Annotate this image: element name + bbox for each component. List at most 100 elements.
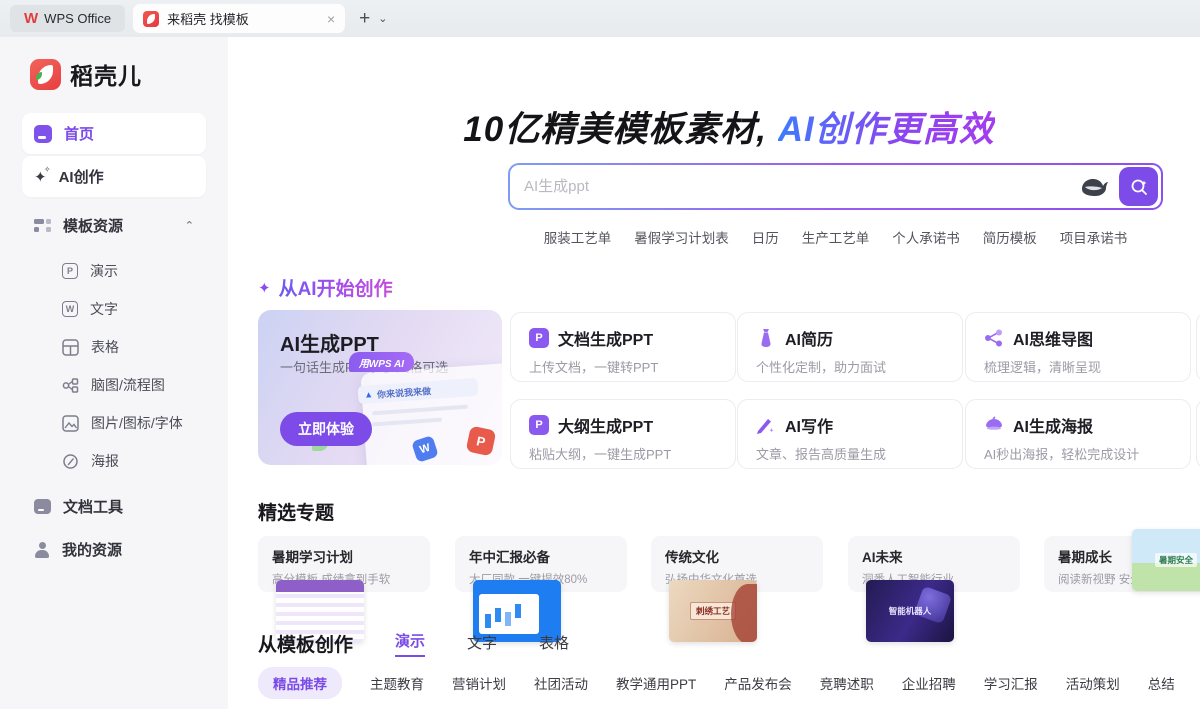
search-bar (508, 163, 1163, 210)
topic-card-summer-growth[interactable]: 暑期成长 阅读新视野 安全每一天 暑期安全 (1044, 536, 1200, 592)
flowchart-icon (62, 377, 79, 394)
hot-link[interactable]: 暑假学习计划表 (634, 227, 729, 247)
outline-to-ppt-card[interactable]: P大纲生成PPT 粘贴大纲，一键生成PPT (510, 399, 736, 469)
chevron-up-icon[interactable]: ⌃ (185, 219, 194, 232)
sidebar-item-label: 文档工具 (63, 496, 123, 517)
search-button[interactable] (1119, 167, 1158, 206)
card-title: AI思维导图 (1013, 326, 1093, 350)
sidebar-item-doc-tools[interactable]: 文档工具 (22, 486, 206, 527)
category-item[interactable]: 社团活动 (534, 673, 588, 693)
category-item[interactable]: 学习汇报 (984, 673, 1038, 693)
card-title: 大纲生成PPT (558, 413, 653, 437)
sidebar-item-template-resources[interactable]: 模板资源 ⌃ (22, 205, 206, 246)
tab-bar: W WPS Office 来稻壳 找模板 × + ⌄ (0, 0, 1200, 37)
card-title: AI简历 (785, 326, 833, 350)
topic-card-ai-future[interactable]: AI未来 洞悉人工智能行业 智能机器人 (848, 536, 1020, 592)
tab-slides[interactable]: 演示 (395, 630, 425, 657)
category-item[interactable]: 竞聘述职 (820, 673, 874, 693)
topic-thumbnail: 智能机器人 (866, 580, 954, 642)
sidebar-item-spreadsheet[interactable]: 表格 (0, 328, 228, 366)
category-item[interactable]: 营销计划 (452, 673, 506, 693)
card-desc: 文章、报告高质量生成 (756, 444, 944, 463)
hot-link[interactable]: 服装工艺单 (544, 227, 612, 247)
sidebar-item-slides[interactable]: P 演示 (0, 252, 228, 290)
search-input[interactable] (510, 178, 1079, 195)
ai-writing-card[interactable]: AI写作 文章、报告高质量生成 (737, 399, 963, 469)
category-item[interactable]: 教学通用PPT (616, 673, 696, 693)
sidebar-item-writer[interactable]: W 文字 (0, 290, 228, 328)
sidebar-item-label: AI创作 (59, 166, 104, 187)
tab-list-chevron-icon[interactable]: ⌄ (378, 12, 387, 25)
category-item[interactable]: 产品发布会 (724, 673, 792, 693)
docer-leaf-icon (143, 11, 159, 27)
ai-resume-card[interactable]: AI简历 个性化定制，助力面试 (737, 312, 963, 382)
sidebar-item-label: 首页 (64, 123, 94, 144)
resume-icon (756, 328, 776, 348)
docer-logo-icon (30, 59, 61, 90)
topics-section-title: 精选专题 (258, 498, 334, 525)
card-desc: 粘贴大纲，一键生成PPT (529, 444, 717, 463)
pen-icon (756, 415, 776, 435)
sidebar-item-mindmap-flowchart[interactable]: 脑图/流程图 (0, 366, 228, 404)
grid-icon (34, 218, 51, 233)
topic-card-traditional-culture[interactable]: 传统文化 弘扬中华文化首选 刺绣工艺 (651, 536, 823, 592)
card-desc: AI秒出海报，轻松完成设计 (984, 444, 1172, 463)
topic-title: AI未来 (862, 546, 1020, 566)
ai-card-partial[interactable] (1196, 312, 1200, 382)
mindmap-icon (984, 328, 1004, 348)
category-item[interactable]: 活动策划 (1066, 673, 1120, 693)
hot-link[interactable]: 项目承诺书 (1060, 227, 1128, 247)
sidebar-item-home[interactable]: 首页 (22, 113, 206, 154)
template-section-header: 从模板创作 演示 文字 表格 (258, 630, 569, 657)
topic-card-summer-study[interactable]: 暑期学习计划 高分模板 成绩拿到手软 (258, 536, 430, 592)
close-tab-icon[interactable]: × (327, 11, 335, 27)
hot-link[interactable]: 日历 (752, 227, 779, 247)
try-now-button[interactable]: 立即体验 (280, 412, 372, 446)
doc-tools-icon (34, 499, 51, 514)
sidebar-menu: 首页 ✦✧ AI创作 模板资源 ⌃ P 演示 W 文字 表格 (0, 113, 228, 570)
hot-link[interactable]: 生产工艺单 (802, 227, 870, 247)
wps-tab-label: WPS Office (44, 11, 111, 26)
image-icon (62, 415, 79, 432)
ai-whale-icon[interactable] (1079, 175, 1109, 199)
category-filter-row: 精品推荐 主题教育 营销计划 社团活动 教学通用PPT 产品发布会 竞聘述职 企… (258, 667, 1200, 699)
new-tab-button[interactable]: + (359, 9, 370, 28)
category-item[interactable]: 企业招聘 (902, 673, 956, 693)
sidebar-item-images-icons-fonts[interactable]: 图片/图标/字体 (0, 404, 228, 442)
topic-title: 传统文化 (665, 546, 823, 566)
sidebar-item-my-resources[interactable]: 我的资源 (22, 529, 206, 570)
sidebar: 稻壳儿 首页 ✦✧ AI创作 模板资源 ⌃ P 演示 W 文字 表格 (0, 37, 228, 709)
docer-logo[interactable]: 稻壳儿 (30, 57, 228, 91)
docer-logo-text: 稻壳儿 (70, 57, 142, 91)
home-icon (34, 125, 52, 143)
hot-link[interactable]: 个人承诺书 (892, 227, 960, 247)
card-title: AI写作 (785, 413, 833, 437)
page-title-gradient: AI创作更高效 (778, 110, 995, 149)
card-desc: 个性化定制，助力面试 (756, 357, 944, 376)
doc-to-ppt-card[interactable]: P文档生成PPT 上传文档，一键转PPT (510, 312, 736, 382)
page-title-black: 10亿精美模板素材, (463, 110, 777, 149)
tab-writer[interactable]: 文字 (467, 632, 497, 657)
ai-card-partial[interactable] (1196, 399, 1200, 469)
topic-title: 暑期学习计划 (272, 546, 430, 566)
sidebar-item-poster[interactable]: 海报 (0, 442, 228, 480)
ai-generate-ppt-card[interactable]: AI生成PPT 一句话生成PPT，多风格可选 用WPS AI ▲你来说我来做 P… (258, 310, 502, 465)
docer-tab[interactable]: 来稻壳 找模板 × (133, 4, 345, 33)
docer-tab-label: 来稻壳 找模板 (167, 9, 249, 28)
wps-ai-badge: 用WPS AI (349, 352, 414, 372)
category-item[interactable]: 主题教育 (370, 673, 424, 693)
sidebar-item-label: 我的资源 (62, 539, 122, 560)
ai-poster-card[interactable]: AI生成海报 AI秒出海报，轻松完成设计 (965, 399, 1191, 469)
sidebar-item-ai-create[interactable]: ✦✧ AI创作 (22, 156, 206, 197)
sparkle-icon: ✦✧ (34, 168, 47, 186)
tab-spreadsheet[interactable]: 表格 (539, 632, 569, 657)
topic-card-midyear-report[interactable]: 年中汇报必备 大厂同款 一键提效80% (455, 536, 627, 592)
template-section-title: 从模板创作 (258, 630, 353, 657)
ai-mindmap-card[interactable]: AI思维导图 梳理逻辑，清晰呈现 (965, 312, 1191, 382)
category-item[interactable]: 总结 (1148, 673, 1175, 693)
category-featured[interactable]: 精品推荐 (258, 667, 342, 699)
wps-office-tab[interactable]: W WPS Office (10, 5, 125, 32)
hot-link[interactable]: 简历模板 (983, 227, 1037, 247)
sparkle-icon: ✦ (258, 279, 271, 297)
beret-icon (984, 415, 1004, 435)
